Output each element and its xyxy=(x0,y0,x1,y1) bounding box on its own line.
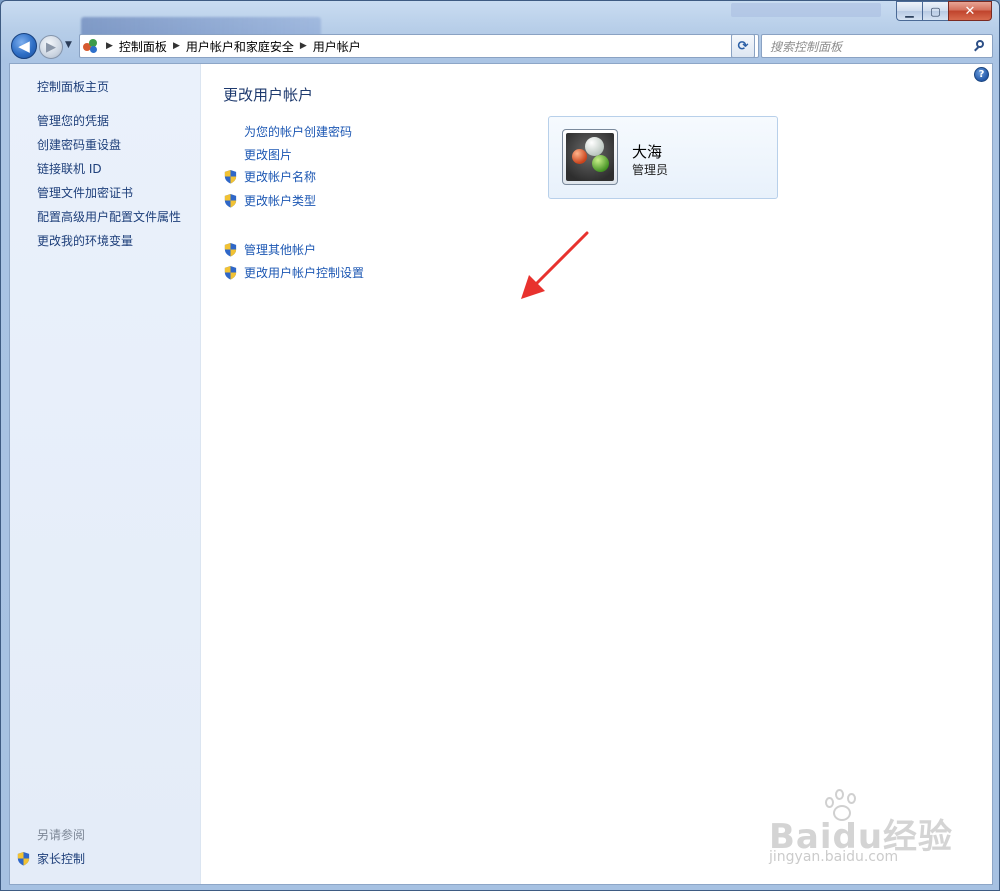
sidebar-item-password-reset-disk[interactable]: 创建密码重设盘 xyxy=(37,136,121,153)
task-label: 管理其他帐户 xyxy=(244,243,317,257)
task-change-account-name[interactable]: 更改帐户名称 xyxy=(223,168,316,185)
refresh-icon[interactable]: ⟳ xyxy=(731,34,755,58)
recent-pages-dropdown-icon[interactable]: ▼ xyxy=(65,40,72,50)
uac-shield-icon xyxy=(223,265,238,280)
marbles-avatar-icon xyxy=(566,133,614,181)
account-name: 大海 xyxy=(632,143,663,161)
watermark: Baidu经验 jingyan.baidu.com xyxy=(761,787,961,867)
page-title: 更改用户帐户 xyxy=(223,86,314,104)
sidebar: 控制面板主页 管理您的凭据 创建密码重设盘 链接联机 ID 管理文件加密证书 配… xyxy=(10,64,201,884)
task-create-password[interactable]: 为您的帐户创建密码 xyxy=(223,123,352,140)
sidebar-item-home[interactable]: 控制面板主页 xyxy=(37,78,109,95)
account-role: 管理员 xyxy=(632,163,669,177)
search-input[interactable]: 搜索控制面板 xyxy=(761,34,993,58)
task-uac-settings[interactable]: 更改用户帐户控制设置 xyxy=(223,264,364,281)
task-label: 更改帐户类型 xyxy=(244,194,317,208)
avatar[interactable] xyxy=(562,129,618,185)
annotation-arrow xyxy=(521,231,589,299)
close-button[interactable]: ✕ xyxy=(948,1,992,21)
breadcrumb-separator-icon[interactable]: ▶ xyxy=(173,41,180,51)
see-also-heading: 另请参阅 xyxy=(37,828,86,842)
control-panel-window: ▁ ▢ ✕ ◀ ▶ ▼ ▶ 控制面板 ▶ 用户帐户和家庭安全 ▶ 用户帐户 ▼ … xyxy=(0,0,1000,891)
task-label: 更改图片 xyxy=(244,148,293,162)
task-label: 更改用户帐户控制设置 xyxy=(244,266,365,280)
control-panel-icon xyxy=(82,38,100,54)
sidebar-item-manage-credentials[interactable]: 管理您的凭据 xyxy=(37,112,109,129)
titlebar-blur-right xyxy=(731,3,881,17)
forward-arrow-icon[interactable]: ▶ xyxy=(39,35,63,59)
task-change-account-type[interactable]: 更改帐户类型 xyxy=(223,192,316,209)
main-content: ? 更改用户帐户 为您的帐户创建密码 更改图片 更改帐户名称 更改帐户类型 管理… xyxy=(201,64,992,884)
task-label: 为您的帐户创建密码 xyxy=(244,125,353,139)
sidebar-item-parental-controls[interactable]: 家长控制 xyxy=(16,850,85,867)
uac-shield-icon xyxy=(223,242,238,257)
breadcrumb-user-accounts[interactable]: 用户帐户 xyxy=(313,38,361,55)
help-icon[interactable]: ? xyxy=(974,67,989,82)
uac-shield-icon xyxy=(223,169,238,184)
minimize-button[interactable]: ▁ xyxy=(896,1,922,21)
client-area: 控制面板主页 管理您的凭据 创建密码重设盘 链接联机 ID 管理文件加密证书 配… xyxy=(9,63,993,885)
breadcrumb-separator-icon[interactable]: ▶ xyxy=(300,41,307,51)
navigation-bar: ◀ ▶ ▼ ▶ 控制面板 ▶ 用户帐户和家庭安全 ▶ 用户帐户 ▼ ⟳ 搜索控制… xyxy=(9,31,993,61)
breadcrumb-control-panel[interactable]: 控制面板 xyxy=(119,38,167,55)
back-arrow-icon[interactable]: ◀ xyxy=(11,33,37,59)
breadcrumb-separator-icon[interactable]: ▶ xyxy=(106,41,113,51)
sidebar-item-advanced-profile-properties[interactable]: 配置高级用户配置文件属性 xyxy=(37,208,181,225)
uac-shield-icon xyxy=(223,193,238,208)
breadcrumb-user-accounts-family-safety[interactable]: 用户帐户和家庭安全 xyxy=(186,38,294,55)
sidebar-item-environment-variables[interactable]: 更改我的环境变量 xyxy=(37,232,133,249)
sidebar-item-link-online-id[interactable]: 链接联机 ID xyxy=(37,160,102,177)
task-change-picture[interactable]: 更改图片 xyxy=(223,146,292,163)
uac-shield-icon xyxy=(16,851,31,866)
search-icon[interactable] xyxy=(974,40,986,52)
sidebar-item-label: 家长控制 xyxy=(37,852,86,866)
task-manage-other-accounts[interactable]: 管理其他帐户 xyxy=(223,241,316,258)
search-placeholder: 搜索控制面板 xyxy=(770,39,843,54)
address-bar[interactable]: ▶ 控制面板 ▶ 用户帐户和家庭安全 ▶ 用户帐户 ▼ xyxy=(79,34,759,58)
watermark-url: jingyan.baidu.com xyxy=(769,849,899,865)
window-controls: ▁ ▢ ✕ xyxy=(896,1,992,21)
sidebar-item-encryption-certificates[interactable]: 管理文件加密证书 xyxy=(37,184,133,201)
account-card[interactable]: 大海 管理员 xyxy=(548,116,778,199)
maximize-button[interactable]: ▢ xyxy=(922,1,948,21)
task-label: 更改帐户名称 xyxy=(244,170,317,184)
